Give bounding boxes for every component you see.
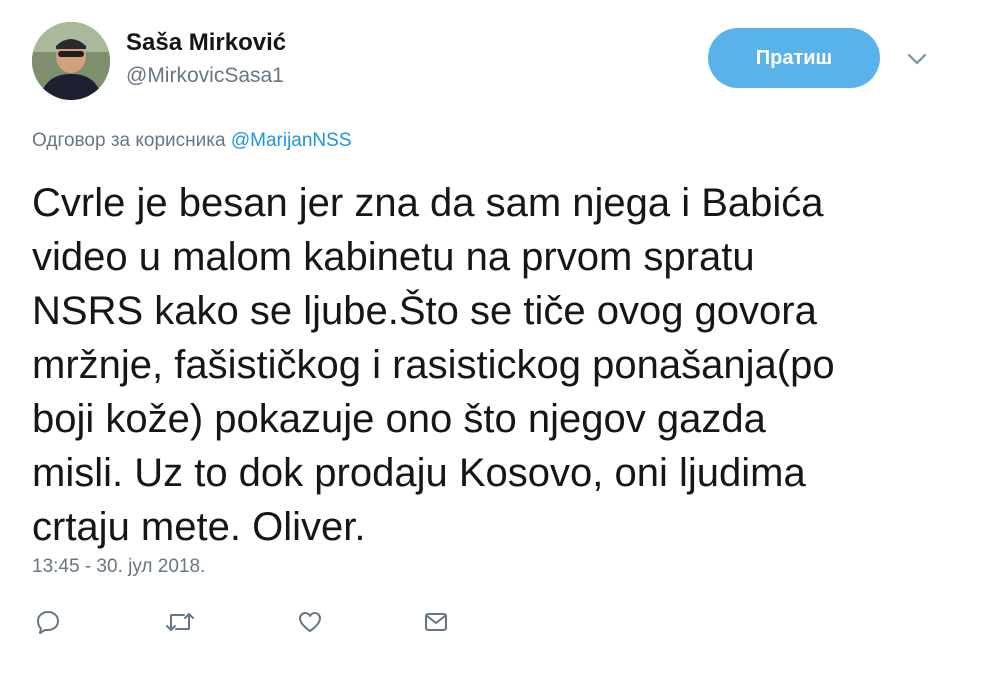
reply-context: Одговор за корисника @MarijanNSS — [32, 130, 352, 152]
speech-bubble-icon — [37, 611, 59, 634]
heart-icon — [299, 612, 321, 632]
direct-message-button[interactable] — [418, 604, 454, 640]
tweet-text-line: Cvrle je besan jer zna da sam njega i Ba… — [32, 181, 824, 225]
chevron-down-icon — [907, 53, 927, 65]
avatar[interactable] — [32, 22, 110, 100]
display-name[interactable]: Saša Mirković — [126, 29, 286, 57]
avatar-image — [32, 22, 110, 100]
user-handle[interactable]: @MirkovicSasa1 — [126, 64, 284, 88]
tweet-text-line: misli. Uz to dok prodaju Kosovo, oni lju… — [32, 451, 806, 495]
following-button[interactable]: Пратиш — [708, 28, 880, 88]
envelope-icon — [425, 613, 447, 631]
tweet-text-line: NSRS kako se ljube.Što se tiče ovog govo… — [32, 289, 817, 333]
tweet-timestamp[interactable]: 13:45 - 30. јул 2018. — [32, 556, 205, 578]
tweet-card: Saša Mirković @MirkovicSasa1 Пратиш Одго… — [0, 0, 1000, 675]
tweet-text: Cvrle je besan jer zna da sam njega i Ba… — [32, 176, 962, 554]
retweet-icon — [166, 613, 194, 631]
reply-mention-link[interactable]: @MarijanNSS — [231, 130, 352, 151]
reply-prefix: Одговор за корисника — [32, 130, 226, 151]
tweet-text-line: mržnje, fašističkog i rasistickog ponaša… — [32, 343, 835, 387]
tweet-text-line: video u malom kabinetu na prvom spratu — [32, 235, 755, 279]
retweet-button[interactable] — [162, 604, 198, 640]
reply-button[interactable] — [30, 604, 66, 640]
tweet-menu-button[interactable] — [902, 46, 932, 72]
tweet-text-line: boji kože) pokazuje ono što njegov gazda — [32, 397, 766, 441]
like-button[interactable] — [292, 604, 328, 640]
tweet-text-line: crtaju mete. Oliver. — [32, 505, 366, 549]
